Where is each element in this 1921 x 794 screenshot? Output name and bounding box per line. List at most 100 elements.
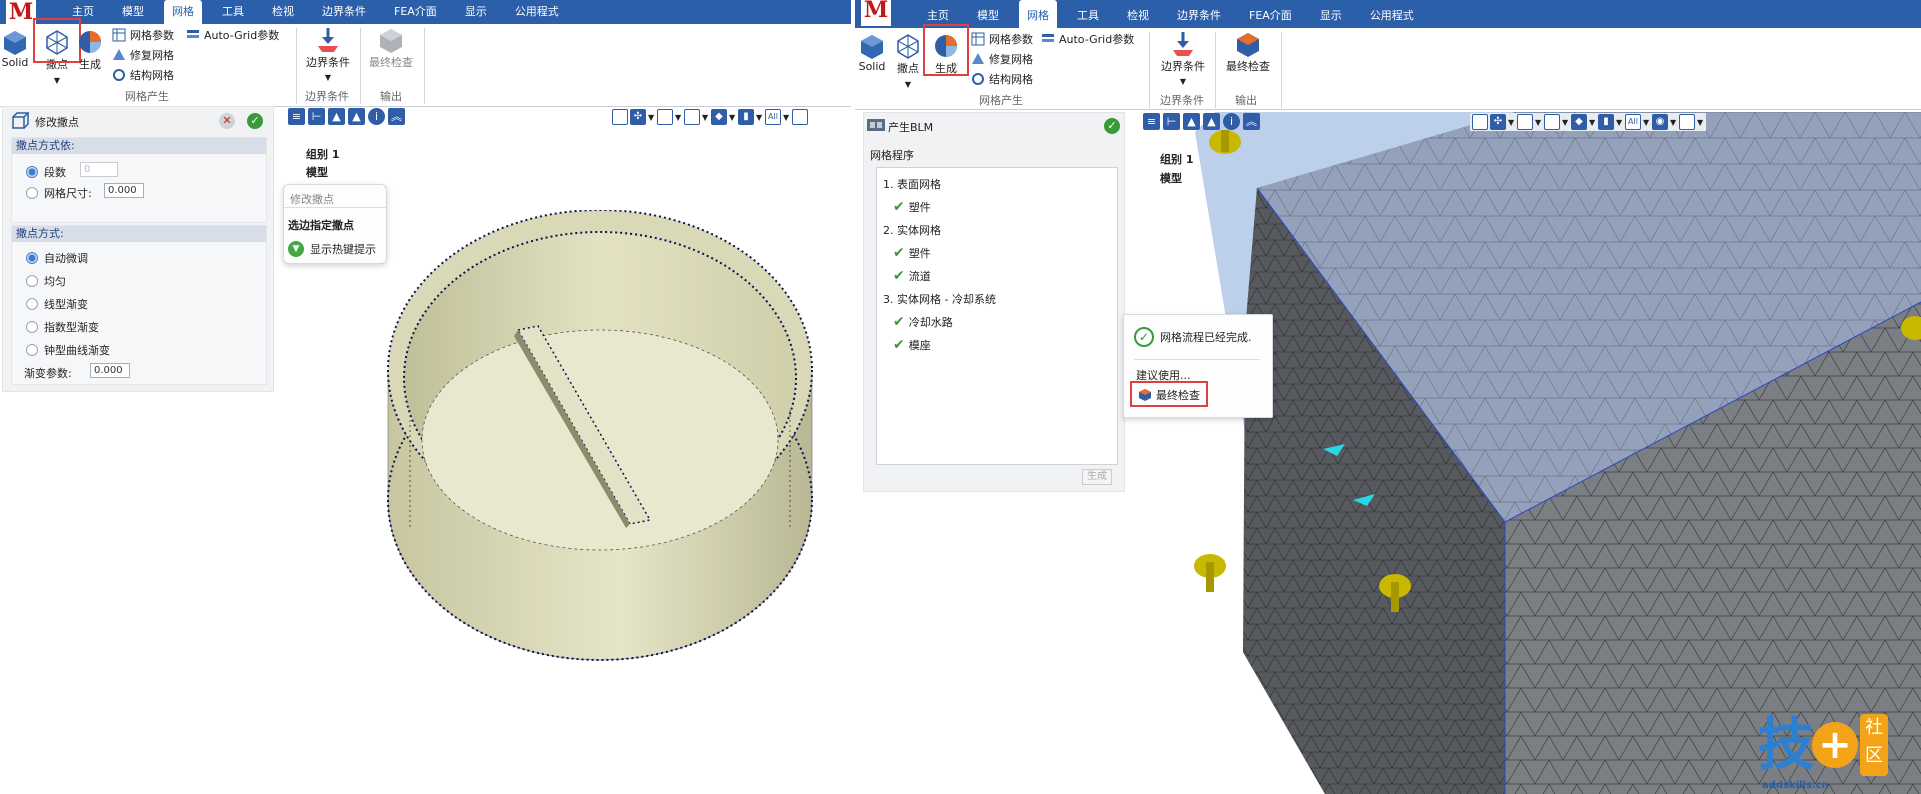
tab-mesh[interactable]: 网格 xyxy=(164,0,202,24)
boundary-dropdown-icon[interactable]: ▼ xyxy=(1160,77,1206,86)
tab-fea[interactable]: FEA介面 xyxy=(1241,0,1300,28)
collapse-icon[interactable]: ︽ xyxy=(388,108,405,125)
boundary-dropdown-icon[interactable]: ▼ xyxy=(305,73,351,82)
app-logo[interactable]: M xyxy=(861,0,891,26)
tree-step[interactable]: 2. 实体网格 xyxy=(883,222,941,238)
dropdown-icon[interactable]: ▼ xyxy=(675,113,682,122)
view-box-icon[interactable] xyxy=(1544,114,1560,130)
dropdown-icon[interactable]: ▼ xyxy=(756,113,763,122)
final-check-button[interactable]: 最终检查 xyxy=(366,26,416,70)
tab-utilities[interactable]: 公用程式 xyxy=(507,0,567,24)
solid-button[interactable]: Solid xyxy=(855,32,889,73)
solid-button[interactable]: Solid xyxy=(0,28,30,69)
tab-utilities[interactable]: 公用程式 xyxy=(1362,0,1422,28)
select-edge-seed-item[interactable]: 选边指定撒点 xyxy=(288,217,354,233)
repair-mesh-button[interactable]: 修复网格 xyxy=(112,46,174,64)
tab-display[interactable]: 显示 xyxy=(457,0,495,24)
list-icon[interactable]: ≡ xyxy=(1143,113,1160,130)
radio-auto-tune[interactable]: 自动微调 xyxy=(26,250,88,266)
tree-substep[interactable]: ✔ 流道 xyxy=(893,268,931,284)
dropdown-icon[interactable]: ▼ xyxy=(1508,118,1515,127)
tab-mesh[interactable]: 网格 xyxy=(1019,0,1057,28)
struct-mesh-button[interactable]: 结构网格 xyxy=(112,66,174,84)
layer-icon[interactable]: ▲ xyxy=(1183,113,1200,130)
dropdown-icon[interactable]: ▼ xyxy=(1697,118,1704,127)
tree-substep[interactable]: ✔ 冷却水路 xyxy=(893,314,953,330)
zoom-icon[interactable] xyxy=(1517,114,1533,130)
final-check-button[interactable]: 最终检查 xyxy=(1223,30,1273,74)
dropdown-icon[interactable]: ▼ xyxy=(1616,118,1623,127)
tab-display[interactable]: 显示 xyxy=(1312,0,1350,28)
radio-segments[interactable]: 段数 xyxy=(26,164,66,180)
panel-close-button[interactable]: ✕ xyxy=(219,113,235,129)
page-icon[interactable]: ▮ xyxy=(1598,114,1614,130)
radio-bell-curve[interactable]: 钟型曲线渐变 xyxy=(26,342,110,358)
seed-dropdown-icon[interactable]: ▼ xyxy=(38,76,76,85)
seed-dropdown-icon[interactable]: ▼ xyxy=(889,80,927,89)
radio-uniform[interactable]: 均匀 xyxy=(26,273,66,289)
cone-icon[interactable]: ▲ xyxy=(1203,113,1220,130)
tab-tools[interactable]: 工具 xyxy=(214,0,252,24)
show-hotkey-item[interactable]: ▼ 显示热键提示 xyxy=(288,241,376,257)
tree-icon[interactable]: ⊢ xyxy=(308,108,325,125)
repair-mesh-button[interactable]: 修复网格 xyxy=(971,50,1033,68)
tree-substep[interactable]: ✔ 塑件 xyxy=(893,199,931,215)
tree-substep[interactable]: ✔ 塑件 xyxy=(893,245,931,261)
fit-icon[interactable] xyxy=(612,109,628,125)
tab-model[interactable]: 模型 xyxy=(969,0,1007,28)
view-cube-icon[interactable]: ◆ xyxy=(1571,114,1587,130)
dropdown-icon[interactable]: ▼ xyxy=(702,113,709,122)
tab-model[interactable]: 模型 xyxy=(114,0,152,24)
app-logo[interactable]: M xyxy=(6,0,36,24)
cone-icon[interactable]: ▲ xyxy=(348,108,365,125)
tree-substep[interactable]: ✔ 模座 xyxy=(893,337,931,353)
dropdown-icon[interactable]: ▼ xyxy=(1562,118,1569,127)
info-icon[interactable]: i xyxy=(1223,113,1240,130)
tab-inspect[interactable]: 检视 xyxy=(264,0,302,24)
eye-icon[interactable] xyxy=(792,109,808,125)
radio-mesh-size[interactable]: 网格尺寸: xyxy=(26,185,92,201)
segments-input[interactable]: 0 xyxy=(80,162,118,177)
boundary-button[interactable]: 边界条件 ▼ xyxy=(1160,30,1206,86)
mesh-params-button[interactable]: 网格参数 xyxy=(112,26,174,44)
struct-mesh-button[interactable]: 结构网格 xyxy=(971,70,1033,88)
rotate-icon[interactable]: ✣ xyxy=(630,109,646,125)
dropdown-icon[interactable]: ▼ xyxy=(648,113,655,122)
tree-icon[interactable]: ⊢ xyxy=(1163,113,1180,130)
eye-icon[interactable]: ◉ xyxy=(1652,114,1668,130)
zoom-icon[interactable] xyxy=(657,109,673,125)
view-box-icon[interactable] xyxy=(684,109,700,125)
tab-boundary[interactable]: 边界条件 xyxy=(314,0,374,24)
radio-linear[interactable]: 线型渐变 xyxy=(26,296,88,312)
page-icon[interactable]: ▮ xyxy=(738,109,754,125)
dropdown-icon[interactable]: ▼ xyxy=(1670,118,1677,127)
gradient-input[interactable]: 0.000 xyxy=(90,363,130,378)
dropdown-icon[interactable]: ▼ xyxy=(1643,118,1650,127)
panel-ok-button[interactable]: ✓ xyxy=(247,113,263,129)
collapse-icon[interactable]: ︽ xyxy=(1243,113,1260,130)
autogrid-button[interactable]: Auto-Grid参数 xyxy=(1041,30,1134,48)
display-mode-icon[interactable] xyxy=(1679,114,1695,130)
dropdown-icon[interactable]: ▼ xyxy=(1535,118,1542,127)
fit-icon[interactable] xyxy=(1472,114,1488,130)
all-filter[interactable]: All xyxy=(1625,114,1641,130)
tab-fea[interactable]: FEA介面 xyxy=(386,0,445,24)
seed-button[interactable]: 撒点 ▼ xyxy=(889,32,927,89)
rotate-icon[interactable]: ✣ xyxy=(1490,114,1506,130)
radio-exponential[interactable]: 指数型渐变 xyxy=(26,319,99,335)
dropdown-icon[interactable]: ▼ xyxy=(783,113,790,122)
layer-icon[interactable]: ▲ xyxy=(328,108,345,125)
info-icon[interactable]: i xyxy=(368,108,385,125)
mesh-params-button[interactable]: 网格参数 xyxy=(971,30,1033,48)
tab-tools[interactable]: 工具 xyxy=(1069,0,1107,28)
tab-inspect[interactable]: 检视 xyxy=(1119,0,1157,28)
tree-step[interactable]: 1. 表面网格 xyxy=(883,176,941,192)
all-filter[interactable]: All xyxy=(765,109,781,125)
autogrid-button[interactable]: Auto-Grid参数 xyxy=(186,26,279,44)
boundary-button[interactable]: 边界条件 ▼ xyxy=(305,26,351,82)
dropdown-icon[interactable]: ▼ xyxy=(1589,118,1596,127)
list-icon[interactable]: ≡ xyxy=(288,108,305,125)
dropdown-icon[interactable]: ▼ xyxy=(729,113,736,122)
tab-boundary[interactable]: 边界条件 xyxy=(1169,0,1229,28)
view-cube-icon[interactable]: ◆ xyxy=(711,109,727,125)
